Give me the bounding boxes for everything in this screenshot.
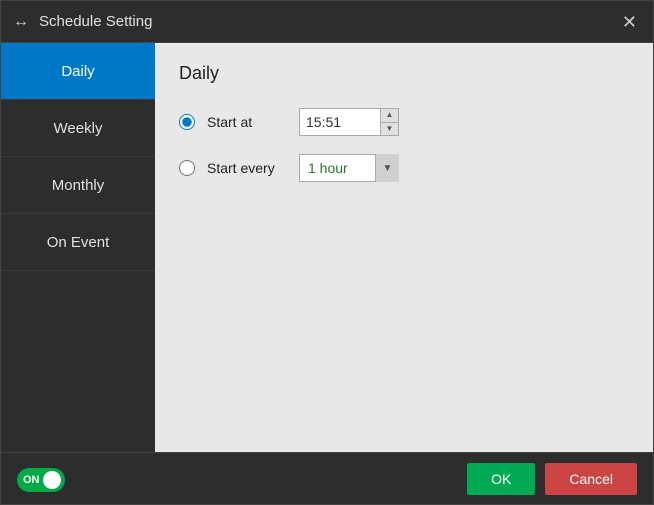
cancel-button[interactable]: Cancel: [545, 463, 637, 495]
start-every-label: Start every: [207, 160, 287, 176]
dialog-body: Daily Weekly Monthly On Event Daily Star…: [1, 43, 653, 452]
spin-up-button[interactable]: ▲: [381, 109, 398, 123]
sidebar: Daily Weekly Monthly On Event: [1, 43, 155, 452]
interval-dropdown[interactable]: 1 hour 2 hours 3 hours 6 hours 12 hours: [299, 154, 399, 182]
start-every-row: Start every 1 hour 2 hours 3 hours 6 hou…: [179, 154, 629, 182]
spin-down-button[interactable]: ▼: [381, 123, 398, 136]
sidebar-item-label-on-event: On Event: [47, 234, 110, 251]
interval-dropdown-wrapper: 1 hour 2 hours 3 hours 6 hours 12 hours …: [299, 154, 399, 182]
title-bar: ↔ Schedule Setting ✕: [1, 1, 653, 43]
sidebar-item-label-weekly: Weekly: [54, 120, 103, 137]
sidebar-item-monthly[interactable]: Monthly: [1, 157, 155, 214]
sidebar-item-label-monthly: Monthly: [52, 177, 105, 194]
start-at-row: Start at ▲ ▼: [179, 108, 629, 136]
sidebar-item-weekly[interactable]: Weekly: [1, 100, 155, 157]
spin-buttons: ▲ ▼: [380, 109, 398, 135]
dialog-title: Schedule Setting: [39, 13, 608, 30]
close-button[interactable]: ✕: [618, 9, 641, 35]
content-title: Daily: [179, 63, 629, 84]
start-at-radio[interactable]: [179, 114, 195, 130]
toggle-wrapper: ON: [17, 468, 65, 492]
ok-button[interactable]: OK: [467, 463, 535, 495]
toggle-label: ON: [23, 474, 40, 486]
sidebar-item-daily[interactable]: Daily: [1, 43, 155, 100]
toggle-thumb: [43, 471, 61, 489]
schedule-setting-dialog: ↔ Schedule Setting ✕ Daily Weekly Monthl…: [0, 0, 654, 505]
schedule-icon: ↔: [13, 13, 29, 31]
sidebar-item-label-daily: Daily: [61, 63, 94, 80]
start-every-radio[interactable]: [179, 160, 195, 176]
on-off-toggle[interactable]: ON: [17, 468, 65, 492]
sidebar-item-on-event[interactable]: On Event: [1, 214, 155, 271]
time-input-wrapper: ▲ ▼: [299, 108, 399, 136]
main-content: Daily Start at ▲ ▼ Start every: [155, 43, 653, 452]
time-input[interactable]: [300, 109, 380, 135]
footer: ON OK Cancel: [1, 452, 653, 504]
start-at-label: Start at: [207, 114, 287, 130]
